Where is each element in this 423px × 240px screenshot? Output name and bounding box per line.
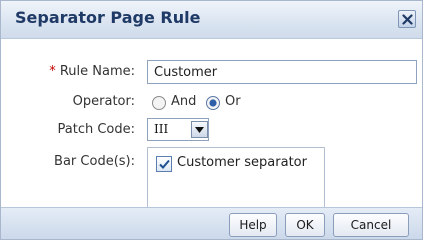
operator-and-label: And (171, 94, 197, 109)
bar-codes-list: Customer separator (147, 147, 325, 211)
rule-name-input[interactable] (147, 60, 417, 84)
dialog-titlebar: Separator Page Rule (1, 1, 422, 39)
separator-page-rule-dialog: Separator Page Rule * Rule Name: Operato… (0, 0, 423, 240)
checkmark-icon (159, 159, 170, 169)
customer-separator-label: Customer separator (177, 155, 307, 170)
dialog-footer: Help OK Cancel (1, 207, 422, 239)
operator-label: Operator: (72, 94, 135, 109)
rule-name-label: * Rule Name: (15, 64, 135, 79)
chevron-down-icon (195, 127, 204, 133)
patch-code-dropdown-button[interactable] (191, 121, 208, 138)
operator-or-radio[interactable] (205, 95, 221, 111)
cancel-button[interactable]: Cancel (333, 213, 409, 237)
ok-button[interactable]: OK (285, 213, 325, 237)
close-button[interactable] (398, 10, 416, 28)
close-icon (402, 14, 413, 25)
rule-name-label-text: Rule Name: (59, 64, 135, 79)
operator-or-label: Or (225, 94, 241, 109)
patch-code-label: Patch Code: (57, 122, 136, 137)
patch-code-select[interactable]: III (147, 118, 209, 141)
bar-codes-label: Bar Code(s): (54, 154, 135, 169)
dialog-title: Separator Page Rule (15, 8, 201, 27)
help-button[interactable]: Help (229, 213, 277, 237)
patch-code-value: III (154, 122, 169, 136)
customer-separator-checkbox[interactable] (156, 156, 172, 172)
operator-and-radio[interactable] (151, 95, 167, 111)
required-marker: * (49, 64, 56, 79)
